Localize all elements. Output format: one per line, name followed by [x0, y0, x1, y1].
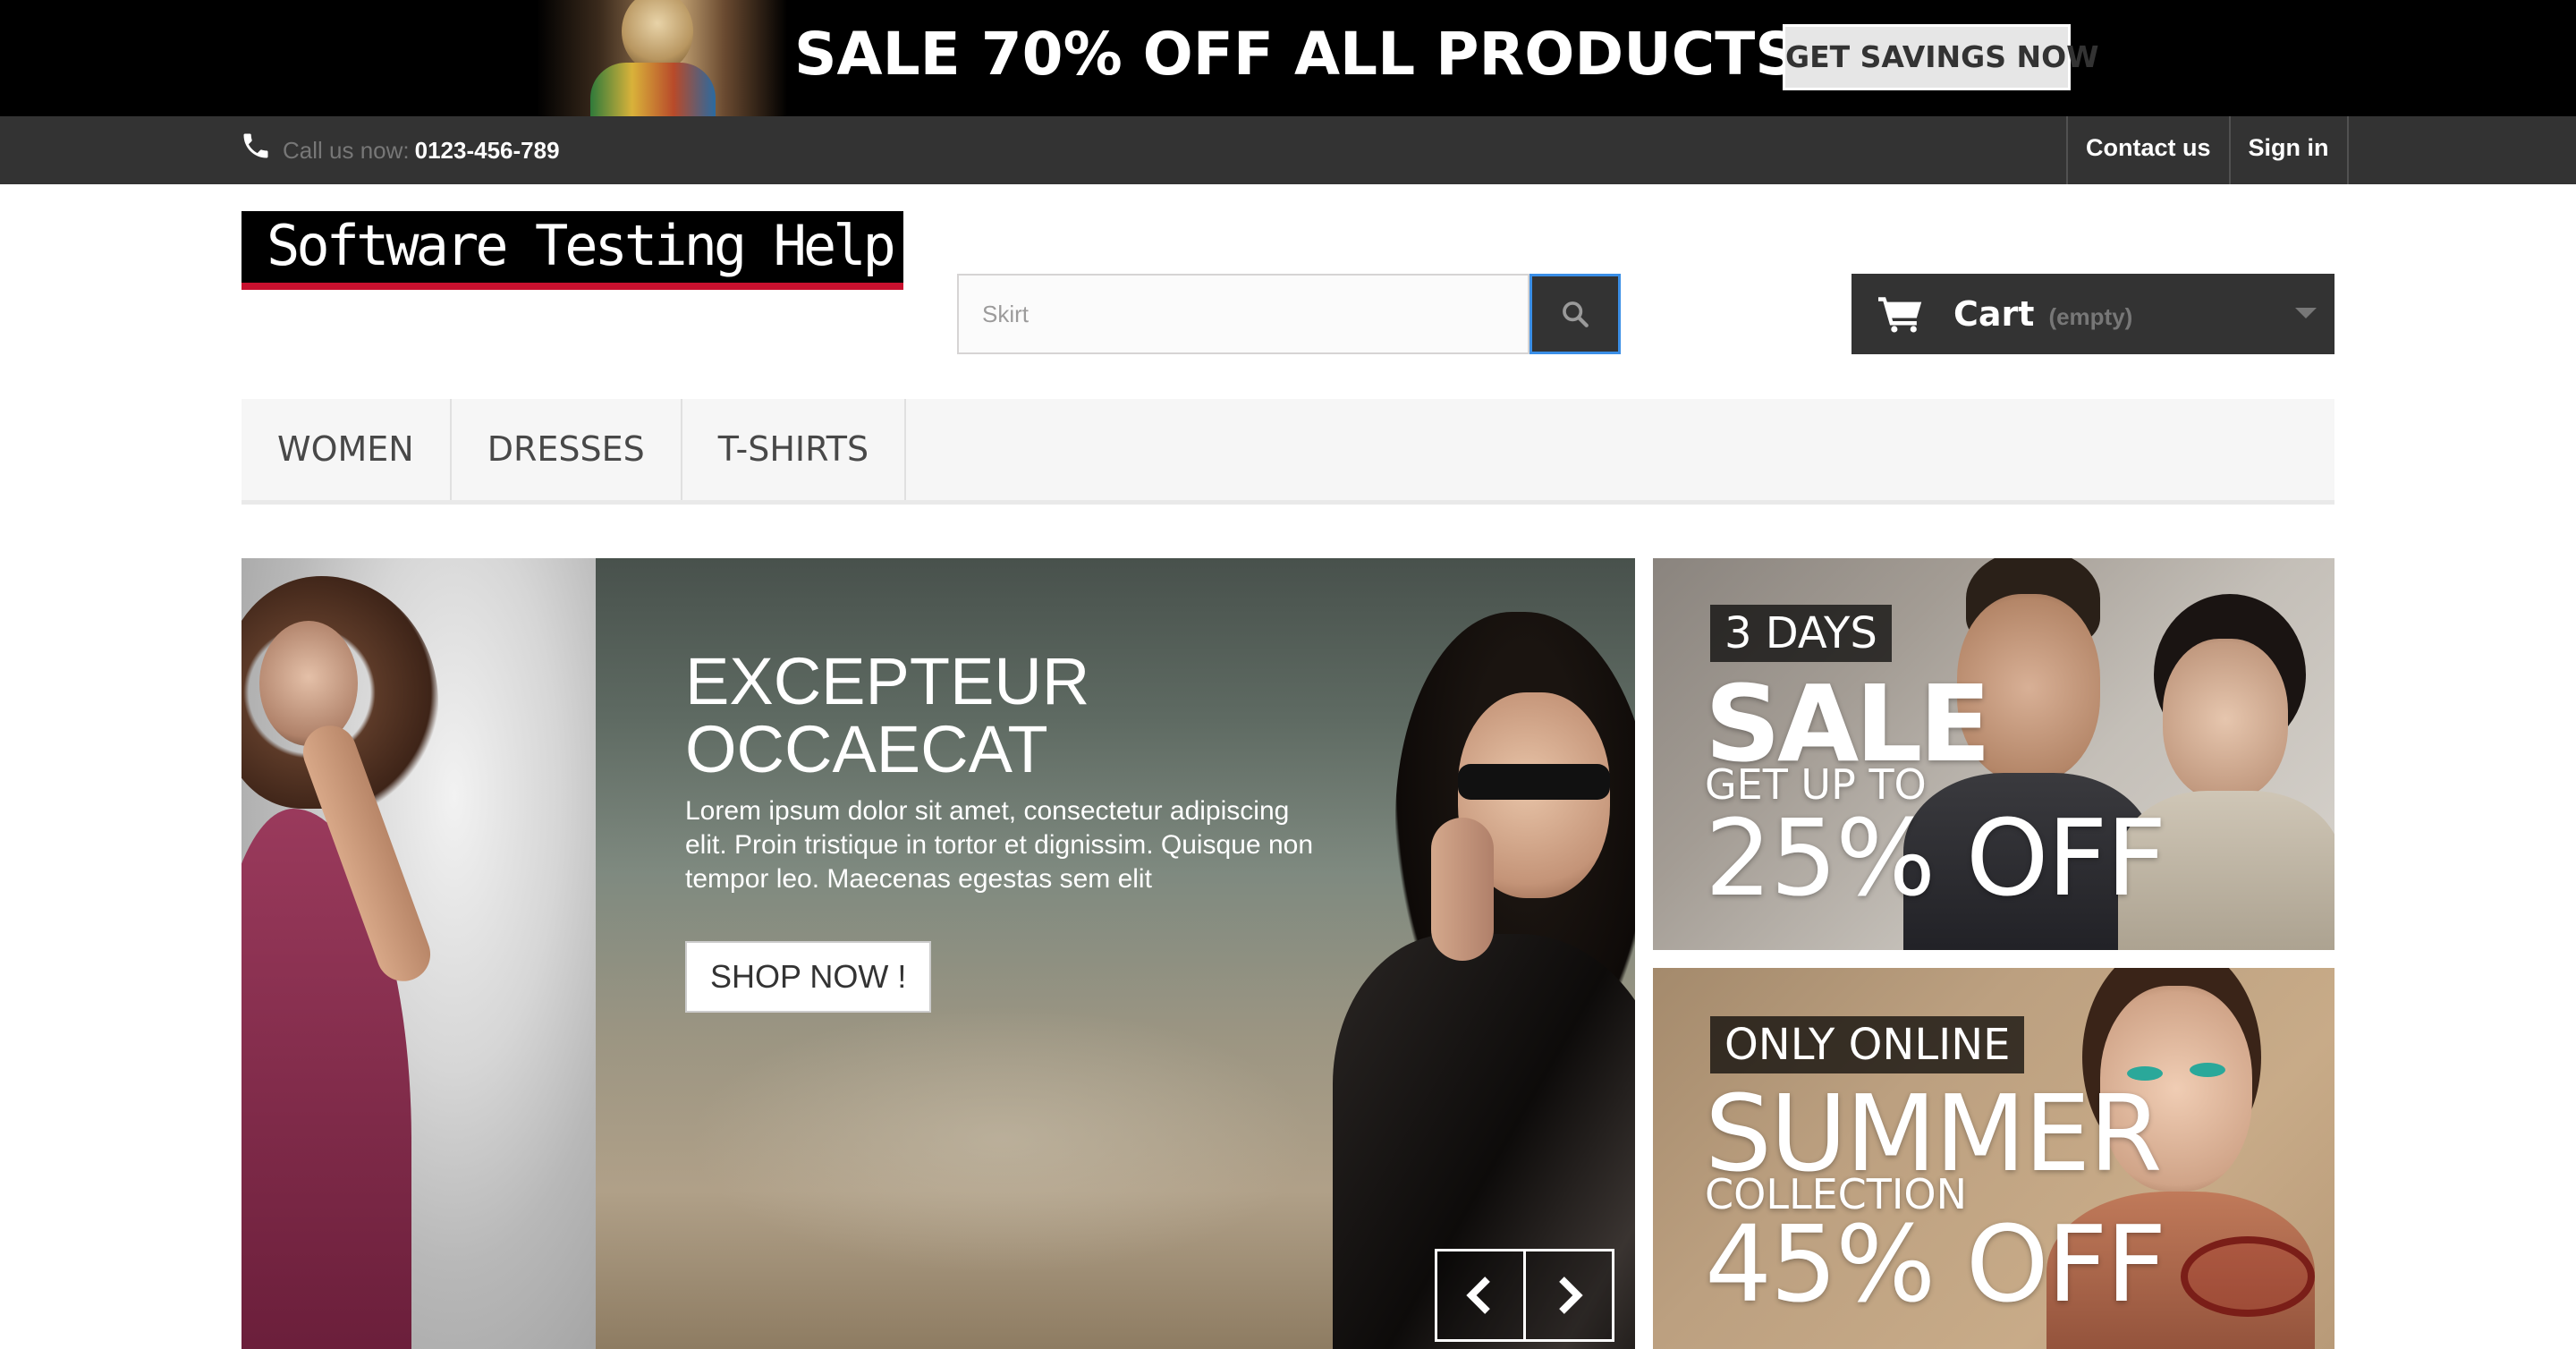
promo-headline: SALE 70% OFF ALL PRODUCTS	[794, 20, 1798, 89]
slide-title: EXCEPTEUR OCCAECAT	[685, 648, 1089, 784]
promo-model-photo	[537, 0, 787, 116]
get-savings-button[interactable]: GET SAVINGS NOW	[1783, 24, 2099, 90]
cart-label: Cart	[1953, 294, 2035, 334]
slider-controls	[1435, 1249, 1614, 1342]
slider-next-button[interactable]	[1523, 1249, 1614, 1342]
sign-in-link[interactable]: Sign in	[2231, 116, 2349, 184]
menu-item-dresses[interactable]: DRESSES	[452, 399, 682, 500]
homepage-slider[interactable]: EXCEPTEUR OCCAECAT Lorem ipsum dolor sit…	[242, 558, 1635, 1349]
cart-icon	[1878, 297, 1922, 333]
chevron-right-icon	[1559, 1277, 1583, 1314]
summer-banner-tag: ONLY ONLINE	[1710, 1016, 2025, 1073]
search-button[interactable]	[1530, 274, 1621, 354]
menu-item-women[interactable]: WOMEN	[242, 399, 452, 500]
summer-banner[interactable]: ONLY ONLINE SUMMER COLLECTION 45% OFF	[1653, 968, 2334, 1349]
sale-banner[interactable]: 3 DAYS SALE GET UP TO 25% OFF	[1653, 558, 2334, 950]
slider-prev-button[interactable]	[1435, 1249, 1526, 1342]
summer-banner-discount: 45% OFF	[1705, 1202, 2166, 1326]
phone-icon	[243, 133, 268, 158]
logo-text: Software Testing Help	[267, 213, 896, 278]
search-input[interactable]	[957, 274, 1530, 354]
cart-block[interactable]: Cart (empty)	[1852, 274, 2334, 354]
contact-us-link[interactable]: Contact us	[2068, 116, 2231, 184]
sale-banner-tag: 3 DAYS	[1710, 605, 1892, 662]
phone-number: 0123-456-789	[414, 136, 560, 164]
slide-model-left-photo	[242, 558, 596, 1349]
sale-banner-discount: 25% OFF	[1705, 796, 2166, 920]
account-links: Contact us Sign in	[2066, 116, 2349, 184]
slide-description: Lorem ipsum dolor sit amet, consectetur …	[685, 796, 1313, 894]
call-us-label: Call us now:	[283, 136, 410, 164]
slide-model-right-photo	[1333, 558, 1635, 1349]
search-form	[957, 274, 1621, 354]
search-icon	[1563, 301, 1589, 327]
shop-now-button[interactable]: SHOP NOW !	[685, 941, 932, 1013]
main-menu: WOMEN DRESSES T-SHIRTS	[242, 399, 2334, 505]
call-us-info: Call us now: 0123-456-789	[240, 116, 560, 184]
top-navbar: Call us now: 0123-456-789 Contact us Sig…	[0, 116, 2576, 184]
slide-title-line-1: EXCEPTEUR	[685, 644, 1090, 718]
cart-status: (empty)	[2048, 302, 2133, 330]
slide-title-line-2: OCCAECAT	[685, 712, 1048, 786]
chevron-down-icon[interactable]	[2295, 308, 2317, 318]
chevron-left-icon	[1466, 1277, 1490, 1314]
menu-item-t-shirts[interactable]: T-SHIRTS	[682, 399, 907, 500]
promo-banner[interactable]: SALE 70% OFF ALL PRODUCTS GET SAVINGS NO…	[0, 0, 2576, 116]
site-logo[interactable]: Software Testing Help	[242, 211, 903, 290]
